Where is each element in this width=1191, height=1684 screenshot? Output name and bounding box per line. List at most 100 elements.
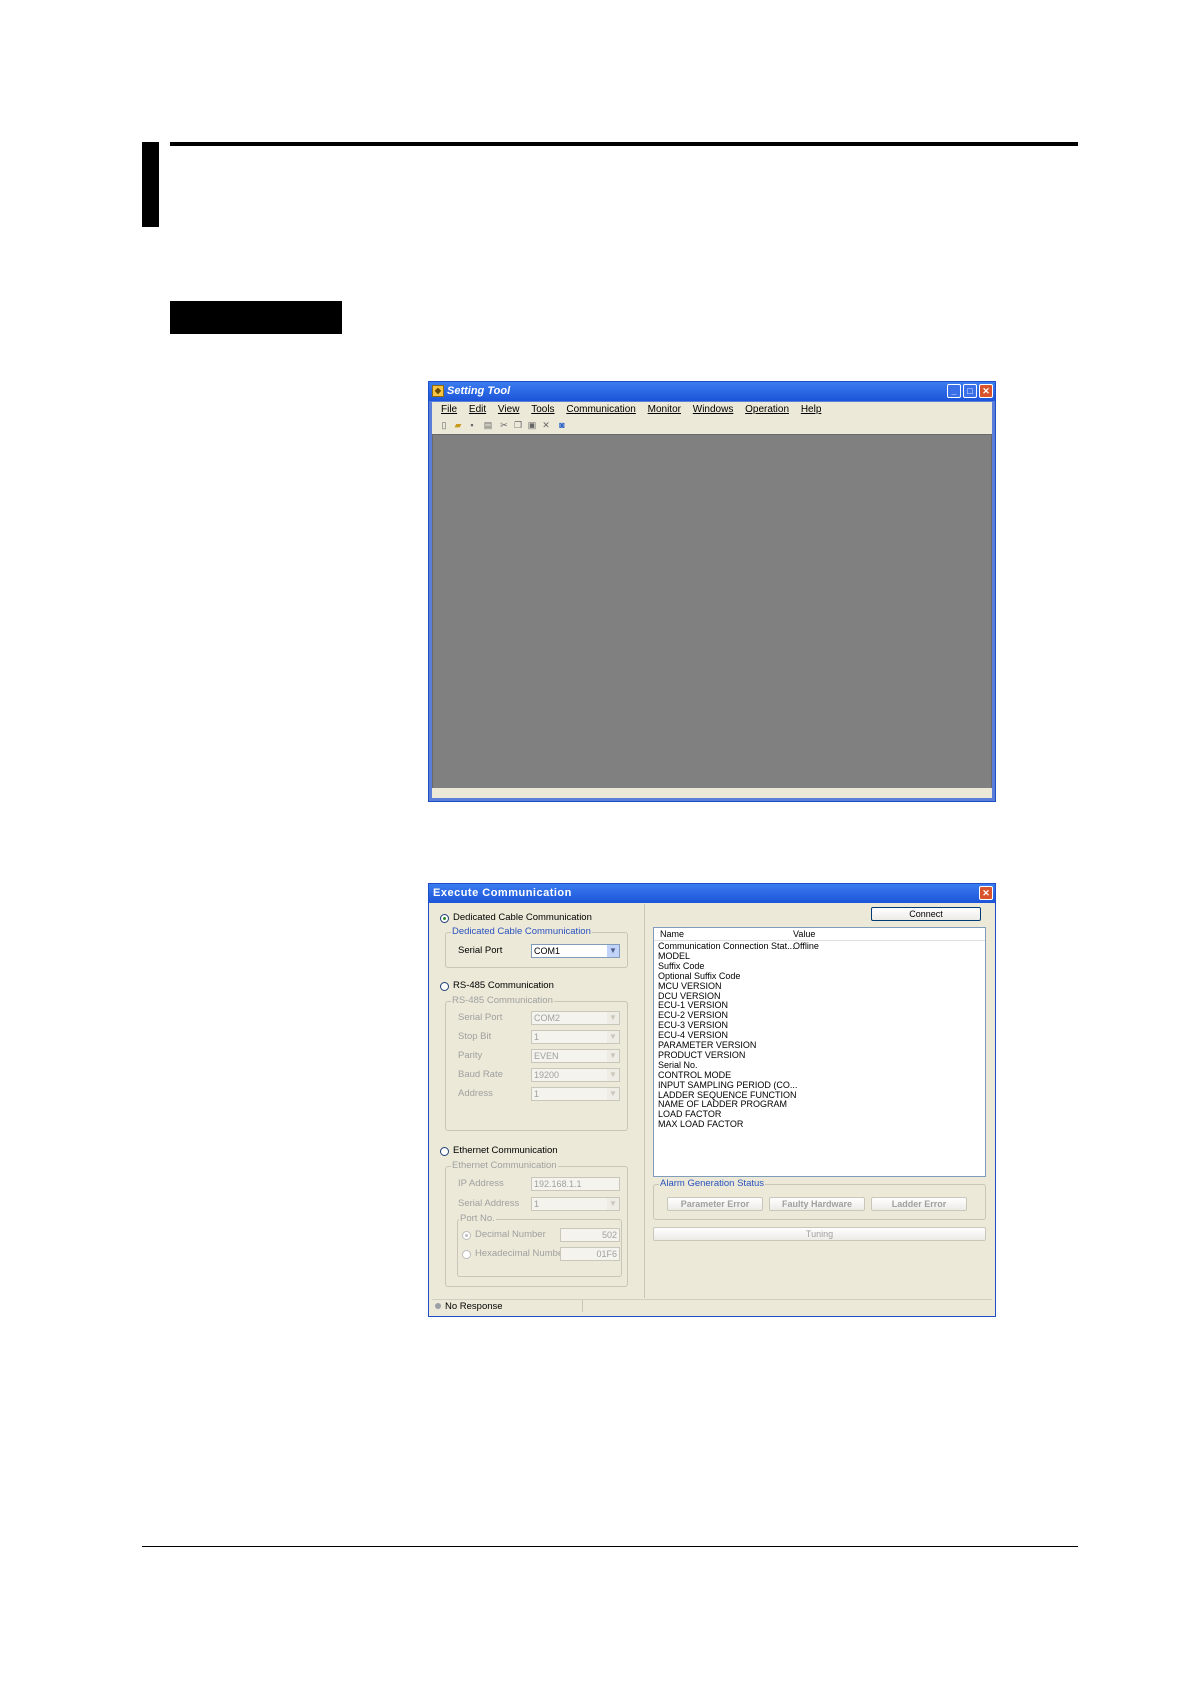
- rs485-serial-port-select[interactable]: COM2 ▼: [531, 1011, 620, 1025]
- menu-operation[interactable]: Operation: [745, 404, 789, 415]
- list-row-value: Offline: [793, 941, 819, 951]
- menu-monitor[interactable]: Monitor: [648, 404, 681, 415]
- rs485-serial-port-value: COM2: [534, 1013, 561, 1023]
- serial-port-value: COM1: [534, 946, 561, 956]
- hex-label: Hexadecimal Number: [475, 1248, 567, 1259]
- menu-view[interactable]: View: [498, 404, 520, 415]
- decimal-input[interactable]: 502: [560, 1228, 620, 1242]
- hex-radio[interactable]: [462, 1250, 471, 1259]
- status-led-icon: [435, 1303, 441, 1309]
- parity-label: Parity: [458, 1050, 483, 1061]
- chevron-down-icon: ▼: [607, 1198, 619, 1210]
- rs485-serial-port-label: Serial Port: [458, 1012, 503, 1023]
- decimal-radio[interactable]: [462, 1231, 471, 1240]
- parameter-error-indicator: Parameter Error: [667, 1197, 763, 1211]
- chevron-down-icon: ▼: [607, 1088, 619, 1100]
- communication-icon[interactable]: ◙: [556, 420, 568, 431]
- menu-help[interactable]: Help: [801, 404, 822, 415]
- window-title: Setting Tool: [447, 385, 511, 397]
- dedicated-radio-label: Dedicated Cable Communication: [453, 912, 592, 923]
- chevron-down-icon: ▼: [607, 1012, 619, 1024]
- chevron-down-icon: ▼: [607, 1069, 619, 1081]
- list-row-name[interactable]: CONTROL MODE: [658, 1070, 731, 1081]
- chevron-down-icon: ▼: [607, 1031, 619, 1043]
- header-rule: [170, 142, 1078, 146]
- close-icon[interactable]: ✕: [979, 384, 993, 398]
- section-tab: [170, 301, 342, 334]
- list-header: Name Value: [654, 928, 985, 941]
- address-value: 1: [534, 1089, 540, 1099]
- list-row-name[interactable]: MAX LOAD FACTOR: [658, 1119, 743, 1130]
- dialog-title-bar: Execute Communication ✕: [429, 884, 995, 903]
- serial-address-select[interactable]: 1 ▼: [531, 1197, 620, 1211]
- menu-file[interactable]: File: [441, 404, 457, 415]
- new-file-icon[interactable]: ▯: [438, 420, 450, 431]
- minimize-icon[interactable]: _: [947, 384, 961, 398]
- open-folder-icon[interactable]: ▰: [452, 420, 464, 431]
- stop-bit-value: 1: [534, 1032, 540, 1042]
- serial-address-value: 1: [534, 1199, 540, 1209]
- status-divider: [582, 1300, 583, 1312]
- list-row-name[interactable]: Optional Suffix Code: [658, 971, 740, 982]
- delete-icon[interactable]: ✕: [540, 420, 552, 431]
- ip-address-input[interactable]: 192.168.1.1: [531, 1177, 620, 1191]
- app-icon: ◆: [432, 385, 444, 397]
- menu-bar: File Edit View Tools Communication Monit…: [432, 402, 992, 418]
- faulty-hardware-indicator: Faulty Hardware: [769, 1197, 865, 1211]
- info-list: Name Value Communication Connection Stat…: [653, 927, 986, 1177]
- chevron-down-icon: ▼: [607, 1050, 619, 1062]
- copy-icon[interactable]: ❐: [512, 420, 524, 431]
- ethernet-radio[interactable]: [440, 1147, 449, 1156]
- address-select[interactable]: 1 ▼: [531, 1087, 620, 1101]
- serial-port-select[interactable]: COM1 ▼: [531, 944, 620, 958]
- cut-icon[interactable]: ✂: [498, 420, 510, 431]
- status-bar: [432, 788, 992, 798]
- menu-edit[interactable]: Edit: [469, 404, 486, 415]
- ethernet-radio-label: Ethernet Communication: [453, 1145, 558, 1156]
- hex-input[interactable]: 01F6: [560, 1247, 620, 1261]
- menu-tools[interactable]: Tools: [531, 404, 554, 415]
- chevron-down-icon: ▼: [607, 945, 619, 957]
- status-text: No Response: [445, 1301, 503, 1312]
- stop-bit-select[interactable]: 1 ▼: [531, 1030, 620, 1044]
- setting-tool-window: ◆ Setting Tool _ □ ✕ File Edit View Tool…: [428, 381, 996, 802]
- list-row-name[interactable]: MCU VERSION: [658, 981, 722, 992]
- column-name-header[interactable]: Name: [660, 929, 684, 939]
- dialog-status-bar: No Response: [432, 1299, 992, 1313]
- save-icon[interactable]: ▪: [466, 420, 478, 431]
- rs485-group-label: RS-485 Communication: [451, 995, 554, 1006]
- menu-windows[interactable]: Windows: [693, 404, 734, 415]
- serial-address-label: Serial Address: [458, 1198, 520, 1209]
- baud-rate-select[interactable]: 19200 ▼: [531, 1068, 620, 1082]
- ethernet-group-label: Ethernet Communication: [451, 1160, 558, 1171]
- dedicated-radio[interactable]: [440, 914, 449, 923]
- menu-communication[interactable]: Communication: [566, 404, 635, 415]
- connect-button[interactable]: Connect: [871, 907, 981, 921]
- column-value-header[interactable]: Value: [793, 929, 815, 939]
- decimal-label: Decimal Number: [475, 1229, 546, 1240]
- rs485-radio[interactable]: [440, 982, 449, 991]
- parity-value: EVEN: [534, 1051, 559, 1061]
- paste-icon[interactable]: ▣: [526, 420, 538, 431]
- ladder-error-indicator: Ladder Error: [871, 1197, 967, 1211]
- footer-rule: [142, 1546, 1078, 1547]
- rs485-radio-label: RS-485 Communication: [453, 980, 554, 991]
- chapter-side-bar: [142, 142, 159, 227]
- toolbar: ▯ ▰ ▪ ▤ ✂ ❐ ▣ ✕ ◙: [432, 418, 992, 434]
- parity-select[interactable]: EVEN ▼: [531, 1049, 620, 1063]
- workspace-area: [432, 434, 992, 789]
- close-icon[interactable]: ✕: [979, 886, 993, 900]
- maximize-icon[interactable]: □: [963, 384, 977, 398]
- baud-rate-value: 19200: [534, 1070, 560, 1080]
- list-row-name[interactable]: INPUT SAMPLING PERIOD (CO...: [658, 1080, 797, 1091]
- stop-bit-label: Stop Bit: [458, 1031, 492, 1042]
- execute-communication-dialog: Execute Communication ✕ Dedicated Cable …: [428, 883, 996, 1317]
- address-label: Address: [458, 1088, 493, 1099]
- ip-address-label: IP Address: [458, 1178, 504, 1189]
- alarm-group-label: Alarm Generation Status: [659, 1178, 766, 1189]
- print-icon[interactable]: ▤: [482, 420, 494, 431]
- tuning-button[interactable]: Tuning: [653, 1227, 986, 1241]
- title-bar: ◆ Setting Tool _ □ ✕: [429, 382, 995, 401]
- serial-port-label: Serial Port: [458, 945, 503, 956]
- dedicated-group-label: Dedicated Cable Communication: [451, 926, 592, 937]
